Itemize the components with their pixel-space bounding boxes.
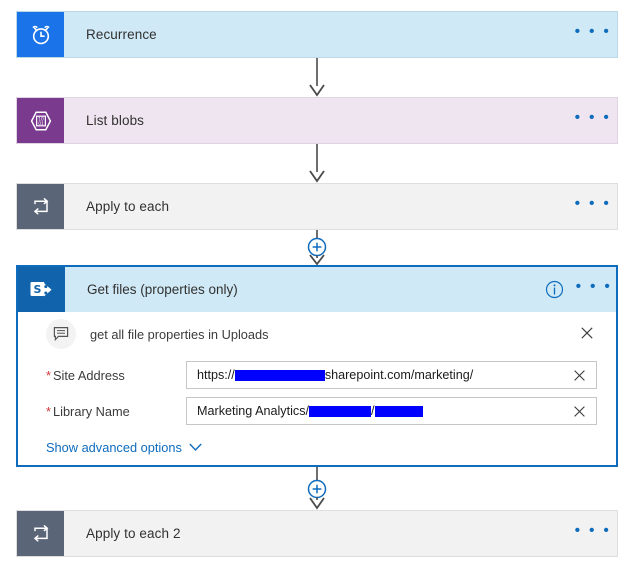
- field-label-site-address: * Site Address: [46, 368, 186, 383]
- label-text: Library Name: [52, 403, 130, 419]
- close-icon[interactable]: [578, 324, 596, 342]
- clear-library-name-button[interactable]: [562, 405, 596, 418]
- library-name-value: Marketing Analytics//: [187, 404, 562, 418]
- flow-step-apply-to-each[interactable]: Apply to each • • •: [16, 183, 618, 230]
- step-header[interactable]: S Get files (properties only) • • •: [18, 267, 616, 312]
- flow-step-get-files-properties-only[interactable]: S Get files (properties only) • • • get …: [16, 265, 618, 467]
- step-comment-text: get all file properties in Uploads: [90, 326, 269, 342]
- flow-step-label: Recurrence: [86, 27, 157, 42]
- label-text: Site Address: [52, 367, 125, 383]
- step-comment-row: get all file properties in Uploads: [32, 312, 602, 356]
- flow-step-recurrence[interactable]: Recurrence • • •: [16, 11, 618, 58]
- connector-add-step-below-get-files[interactable]: [0, 467, 633, 510]
- info-icon[interactable]: [536, 267, 572, 312]
- library-name-input[interactable]: Marketing Analytics//: [186, 397, 597, 425]
- flow-step-list-blobs[interactable]: 10 01 List blobs • • •: [16, 97, 618, 144]
- show-advanced-options-button[interactable]: Show advanced options: [46, 440, 202, 455]
- redacted-tenant-name: [234, 369, 325, 381]
- required-marker: *: [46, 403, 51, 419]
- connector-list-blobs-to-apply-to-each: [0, 144, 633, 183]
- loop-repeat-icon: [17, 184, 64, 229]
- svg-text:S: S: [33, 283, 41, 296]
- azure-blob-hexagon-icon: 10 01: [17, 98, 64, 143]
- step-more-menu-button[interactable]: • • •: [569, 98, 617, 143]
- connector-add-step-above-get-files[interactable]: [0, 230, 633, 266]
- site-address-value: https:// sharepoint.com/marketing/: [187, 368, 562, 382]
- loop-repeat-icon: [17, 511, 64, 556]
- flow-step-apply-to-each-2[interactable]: Apply to each 2 • • •: [16, 510, 618, 557]
- step-title: Get files (properties only): [87, 282, 238, 297]
- comment-bubble-icon: [46, 319, 76, 349]
- flow-step-label: Apply to each: [86, 199, 170, 214]
- flow-designer-canvas: Recurrence • • • 10 01 List blobs • • •: [0, 0, 633, 575]
- value-suffix: sharepoint.com/marketing/: [324, 368, 474, 382]
- field-site-address: * Site Address https:// sharepoint.com/mar…: [46, 358, 602, 392]
- required-marker: *: [46, 367, 51, 383]
- flow-step-label: List blobs: [86, 113, 145, 128]
- alarm-clock-icon: [17, 12, 64, 57]
- value-prefix: https://: [197, 368, 235, 382]
- step-more-menu-button[interactable]: • • •: [569, 511, 617, 556]
- step-more-menu-button[interactable]: • • •: [569, 184, 617, 229]
- redacted-folder-name: [309, 405, 371, 417]
- value-prefix: Marketing Analytics/: [197, 404, 309, 418]
- clear-site-address-button[interactable]: [562, 369, 596, 382]
- step-more-menu-button[interactable]: • • •: [572, 267, 616, 312]
- step-body: get all file properties in Uploads * Site…: [18, 312, 616, 455]
- redacted-subfolder-name: [374, 405, 423, 417]
- connector-recurrence-to-list-blobs: [0, 58, 633, 97]
- advanced-options-label: Show advanced options: [46, 440, 182, 455]
- flow-step-label: Apply to each 2: [86, 526, 181, 541]
- step-more-menu-button[interactable]: • • •: [569, 12, 617, 57]
- sharepoint-icon: S: [18, 267, 65, 312]
- chevron-down-icon: [189, 443, 202, 452]
- site-address-input[interactable]: https:// sharepoint.com/marketing/: [186, 361, 597, 389]
- svg-text:01: 01: [38, 120, 44, 126]
- field-library-name: * Library Name Marketing Analytics//: [46, 394, 602, 428]
- field-label-library-name: * Library Name: [46, 404, 186, 419]
